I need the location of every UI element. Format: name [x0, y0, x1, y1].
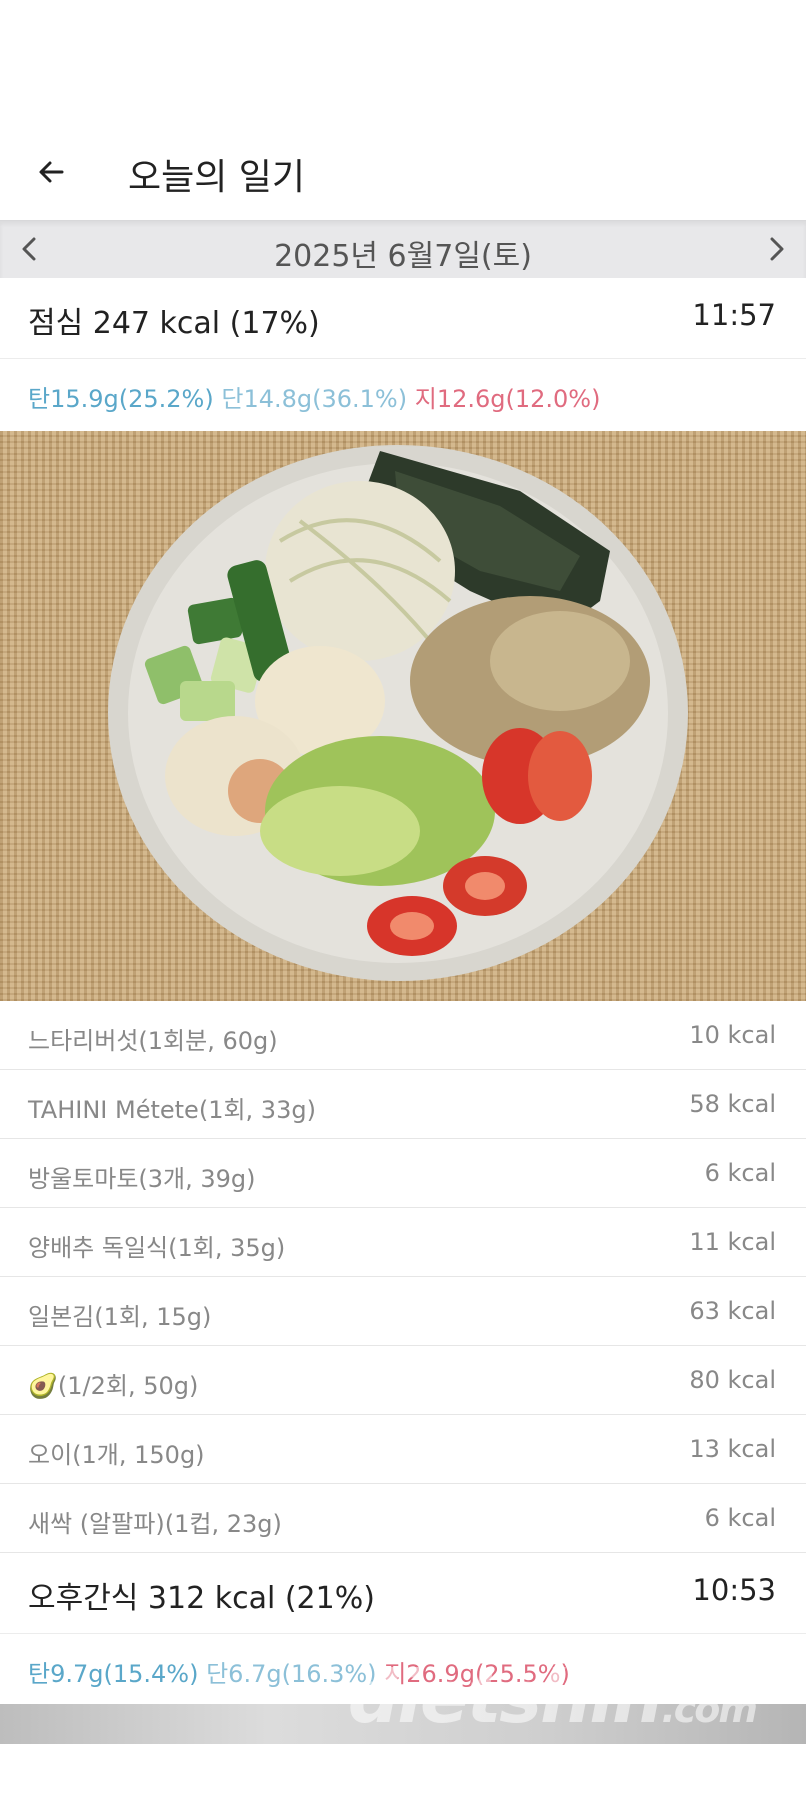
- watermark: dietshin.com: [347, 1655, 758, 1739]
- food-kcal: 6 kcal: [704, 1504, 776, 1532]
- arrow-left-icon: [39, 161, 64, 183]
- meal-time: 11:57: [692, 298, 776, 332]
- list-item[interactable]: 새싹 (알팔파)(1컵, 23g) 6 kcal: [0, 1484, 806, 1552]
- list-item[interactable]: TAHINI Métete(1회, 33g) 58 kcal: [0, 1070, 806, 1139]
- food-kcal: 80 kcal: [689, 1366, 776, 1394]
- meal-photo[interactable]: [0, 431, 806, 1001]
- list-item[interactable]: 🥑(1/2회, 50g) 80 kcal: [0, 1346, 806, 1415]
- page-title: 오늘의 일기: [128, 157, 306, 198]
- chevron-right-icon: [770, 237, 784, 261]
- current-date[interactable]: 2025년 6월7일(토): [0, 231, 806, 275]
- food-name: 오이(1개, 150g): [28, 1441, 205, 1469]
- macro-summary-lunch: 탄15.9g(25.2%) 단14.8g(36.1%) 지12.6g(12.0%…: [0, 359, 806, 431]
- list-item[interactable]: 방울토마토(3개, 39g) 6 kcal: [0, 1139, 806, 1208]
- carb-value: 탄15.9g(25.2%): [28, 385, 214, 413]
- food-name: 느타리버섯(1회분, 60g): [28, 1027, 278, 1055]
- food-kcal: 58 kcal: [689, 1090, 776, 1118]
- fat-value: 지12.6g(12.0%): [414, 385, 601, 413]
- food-name: 양배추 독일식(1회, 35g): [28, 1234, 286, 1262]
- food-name: 🥑(1/2회, 50g): [28, 1372, 199, 1400]
- meal-title: 오후간식 312 kcal (21%): [28, 1581, 375, 1616]
- food-kcal: 11 kcal: [689, 1228, 776, 1256]
- food-kcal: 6 kcal: [704, 1159, 776, 1187]
- food-name: TAHINI Métete(1회, 33g): [28, 1096, 316, 1124]
- meal-header-snack[interactable]: 오후간식 312 kcal (21%) 10:53: [0, 1552, 806, 1634]
- food-name: 일본김(1회, 15g): [28, 1303, 212, 1331]
- protein-value: 단14.8g(36.1%): [221, 385, 408, 413]
- meal-time: 10:53: [692, 1573, 776, 1607]
- list-item[interactable]: 일본김(1회, 15g) 63 kcal: [0, 1277, 806, 1346]
- food-kcal: 13 kcal: [689, 1435, 776, 1463]
- meal-header-lunch[interactable]: 점심 247 kcal (17%) 11:57: [0, 278, 806, 359]
- carb-value: 탄9.7g(15.4%): [28, 1660, 199, 1688]
- food-kcal: 10 kcal: [689, 1021, 776, 1049]
- salad-plate-image: [108, 445, 688, 981]
- next-day-button[interactable]: [760, 233, 792, 265]
- food-item-list: 느타리버섯(1회분, 60g) 10 kcal TAHINI Métete(1회…: [0, 1001, 806, 1552]
- list-item[interactable]: 오이(1개, 150g) 13 kcal: [0, 1415, 806, 1484]
- food-name: 새싹 (알팔파)(1컵, 23g): [28, 1510, 282, 1538]
- food-name: 방울토마토(3개, 39g): [28, 1165, 256, 1193]
- list-item[interactable]: 양배추 독일식(1회, 35g) 11 kcal: [0, 1208, 806, 1277]
- food-kcal: 63 kcal: [689, 1297, 776, 1325]
- app-header: 오늘의 일기: [0, 130, 806, 220]
- list-item[interactable]: 느타리버섯(1회분, 60g) 10 kcal: [0, 1001, 806, 1070]
- back-button[interactable]: [30, 150, 74, 194]
- date-navigator: 2025년 6월7일(토): [0, 220, 806, 278]
- status-bar-area: [0, 0, 806, 130]
- meal-title: 점심 247 kcal (17%): [28, 306, 320, 341]
